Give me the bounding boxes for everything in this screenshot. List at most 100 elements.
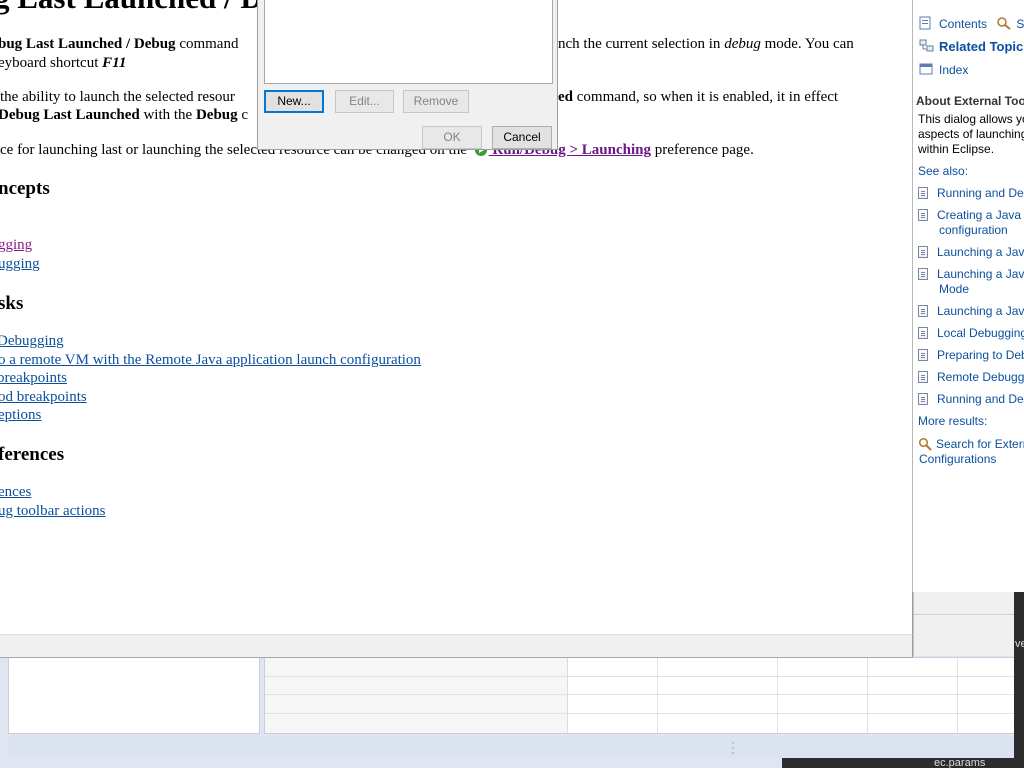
concepts-heading: ncepts <box>0 178 50 199</box>
help-side-panel: Contents Se Related Topics Index About E… <box>912 0 1024 592</box>
document-icon <box>918 305 928 317</box>
document-icon <box>918 268 928 280</box>
emphasis-text: debug <box>724 36 761 52</box>
background-file-label: ec.params <box>934 757 986 769</box>
paragraph-text: c <box>237 107 249 123</box>
related-topic-item[interactable]: Launching a Java Mode <box>918 267 1024 297</box>
workbench-left-view <box>8 657 260 734</box>
document-icon <box>918 349 928 361</box>
table-column-divider <box>957 658 958 733</box>
command-name: Debug <box>195 107 238 123</box>
paragraph-text: eyboard shortcut <box>0 55 103 71</box>
tab-related-topics[interactable]: Related Topics <box>919 39 1024 54</box>
cancel-button[interactable]: Cancel <box>492 126 552 149</box>
related-topic-item[interactable]: Running and De <box>918 186 1024 201</box>
more-results-label: More results: <box>918 414 988 428</box>
search-result-label-cont: Configurations <box>919 452 997 466</box>
description-line: within Eclipse. <box>918 142 995 156</box>
paragraph-text: nch the current selection in <box>558 36 725 52</box>
paragraph-2-line-1-right: ed command, so when it is enabled, it in… <box>558 89 838 106</box>
page-title: g Last Launched / D <box>0 0 263 16</box>
search-icon <box>996 16 1012 30</box>
paragraph-text: preference page. <box>651 142 754 158</box>
tab-index[interactable]: Index <box>919 62 968 77</box>
table-row-divider <box>265 676 1015 677</box>
shortcut-key: F11 <box>102 55 127 71</box>
background-right-view <box>913 592 1015 656</box>
related-topics-icon <box>919 39 935 53</box>
document-icon <box>918 327 928 339</box>
related-topic-label: Local Debugging <box>937 326 1024 340</box>
tab-label: Related Topics <box>939 39 1024 54</box>
related-topic-item[interactable]: Preparing to Deb <box>918 348 1024 363</box>
related-topic-label: Launching a Java <box>937 245 1024 259</box>
contents-icon <box>919 16 935 30</box>
paragraph-2-line-1: the ability to launch the selected resou… <box>0 89 235 106</box>
task-link[interactable]: Debugging <box>0 333 64 350</box>
concept-link[interactable]: gging <box>0 237 32 254</box>
background-dark-window-bottom <box>782 758 1024 768</box>
search-icon <box>918 437 932 451</box>
edit-button[interactable]: Edit... <box>335 90 394 113</box>
command-name: Debug Last Launched <box>0 107 140 123</box>
paragraph-text: command, so when it is enabled, it in ef… <box>573 89 839 105</box>
paragraph-text: the ability to launch the selected resou… <box>0 89 235 105</box>
related-topic-item[interactable]: Launching a Java <box>918 304 1024 319</box>
workbench-table-view <box>264 657 1016 734</box>
task-link[interactable]: od breakpoints <box>0 389 87 406</box>
tasks-heading: sks <box>0 293 24 314</box>
index-icon <box>919 62 935 76</box>
document-icon <box>918 187 928 199</box>
description-line: This dialog allows yo <box>918 112 1024 126</box>
paragraph-text: command <box>175 36 239 52</box>
table-column-divider <box>777 658 778 733</box>
related-topic-item[interactable]: Remote Debuggi <box>918 370 1024 385</box>
task-link[interactable]: eptions <box>0 407 41 424</box>
related-topic-item[interactable]: Local Debugging <box>918 326 1024 341</box>
table-row-divider <box>265 694 1015 695</box>
about-title: About External Tool <box>916 94 1024 108</box>
document-icon <box>918 246 928 258</box>
task-link[interactable]: breakpoints <box>0 370 67 387</box>
table-selected-column <box>265 658 568 733</box>
related-topic-label-cont: Mode <box>939 282 970 296</box>
related-topic-item[interactable]: Running and De <box>918 392 1024 407</box>
tab-contents[interactable]: Contents Se <box>919 16 1024 31</box>
table-row-divider <box>265 713 1015 714</box>
document-icon <box>918 393 928 405</box>
references-heading: ferences <box>0 444 65 465</box>
table-column-divider <box>657 658 658 733</box>
workbench-status-bar <box>8 736 1014 758</box>
table-column-divider <box>867 658 868 733</box>
concept-link[interactable]: ugging <box>0 256 40 273</box>
dialog-fragment: New... Edit... Remove OK Cancel <box>257 0 558 150</box>
document-icon <box>918 209 928 221</box>
related-topic-label: Running and De <box>937 186 1024 200</box>
paragraph-text: with the <box>139 107 196 123</box>
remove-button[interactable]: Remove <box>403 90 469 113</box>
new-button[interactable]: New... <box>264 90 324 113</box>
search-result-label: Search for Extern <box>936 437 1024 451</box>
tab-label: Index <box>939 63 969 77</box>
reference-link[interactable]: ences <box>0 484 31 501</box>
search-result-link[interactable]: Search for Extern Configurations <box>918 437 1024 467</box>
reference-link[interactable]: ug toolbar actions <box>0 503 105 520</box>
related-topic-label: Running and De <box>937 392 1024 406</box>
task-link[interactable]: o a remote VM with the Remote Java appli… <box>0 352 421 369</box>
related-topic-label: Remote Debuggi <box>937 370 1024 384</box>
background-fragment-text: ve <box>1015 638 1024 650</box>
paragraph-1-line-1: bug Last Launched / Debug command <box>0 36 238 53</box>
command-name: bug Last Launched / Debug <box>0 36 176 52</box>
related-topic-item[interactable]: Launching a Java <box>918 245 1024 260</box>
ok-button[interactable]: OK <box>422 126 482 149</box>
related-topic-label-cont: configuration <box>939 223 1008 237</box>
related-topic-label: Preparing to Deb <box>937 348 1024 362</box>
paragraph-1-line-1-right: nch the current selection in debug mode.… <box>558 36 854 53</box>
help-window-footer <box>0 634 913 658</box>
about-description: This dialog allows yo aspects of launchi… <box>918 112 1024 157</box>
related-topic-item[interactable]: Creating a Java a configuration <box>918 208 1024 238</box>
dialog-list-box[interactable] <box>264 0 553 84</box>
paragraph-1-line-2: eyboard shortcut F11 <box>0 55 126 72</box>
resize-grip-icon[interactable]: · · · <box>731 736 735 758</box>
tab-label: Contents <box>939 17 988 31</box>
